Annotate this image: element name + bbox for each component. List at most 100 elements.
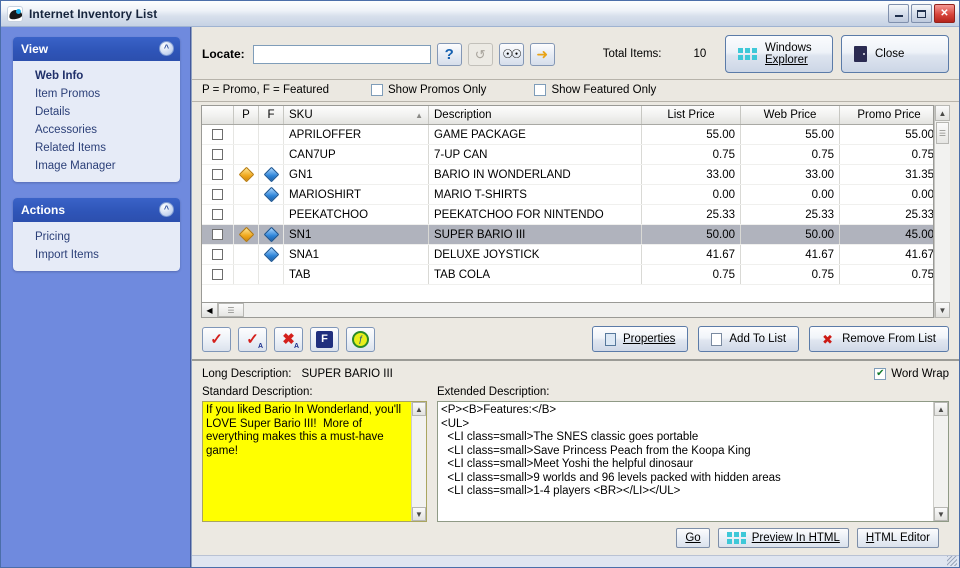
word-wrap-checkbox[interactable]: Word Wrap [874, 368, 949, 380]
sidebar-panel-actions-header[interactable]: Actions ^ [13, 198, 180, 222]
standard-description-field[interactable]: If you liked Bario In Wonderland, you'll… [202, 401, 427, 522]
html-editor-button[interactable]: HTML Editor [856, 528, 939, 548]
scroll-down-icon[interactable]: ▼ [412, 507, 426, 521]
vscroll-track[interactable] [935, 145, 950, 302]
promo-flag-cell[interactable] [234, 205, 259, 224]
find-button[interactable]: ☉☉ [498, 42, 524, 66]
table-row[interactable]: APRILOFFER GAME PACKAGE 55.00 55.00 55.00 [202, 125, 933, 145]
check-all-a-button[interactable]: ✓ A [238, 326, 267, 352]
sidebar-item-details[interactable]: Details [13, 103, 180, 121]
remove-from-list-button[interactable]: Remove From List [809, 326, 949, 352]
featured-flag-cell[interactable] [259, 205, 284, 224]
column-header-list-price[interactable]: List Price [642, 106, 741, 124]
column-header-sku[interactable]: SKU ▲ [284, 106, 429, 124]
scroll-up-icon[interactable]: ▲ [934, 402, 948, 416]
scroll-down-icon[interactable]: ▼ [935, 302, 950, 318]
resize-grip[interactable] [947, 556, 957, 566]
grid-vertical-scrollbar[interactable]: ▲ ☰ ▼ [934, 105, 950, 318]
promo-toggle-button[interactable]: ƒ [346, 326, 375, 352]
extended-description-scrollbar[interactable]: ▲ ▼ [933, 402, 948, 521]
grid-horizontal-scrollbar[interactable]: ◀ ☰ [201, 303, 934, 318]
promo-flag-cell[interactable] [234, 185, 259, 204]
checkbox-box [212, 269, 223, 280]
column-header-description[interactable]: Description [429, 106, 642, 124]
featured-flag-cell[interactable] [259, 145, 284, 164]
promo-flag-cell[interactable] [234, 225, 259, 244]
sidebar-panel-view-header[interactable]: View ^ [13, 37, 180, 61]
table-row[interactable]: SN1 SUPER BARIO III 50.00 50.00 45.00 [202, 225, 933, 245]
minimize-button[interactable] [888, 4, 909, 23]
hscroll-thumb[interactable]: ☰ [218, 303, 244, 317]
scroll-up-icon[interactable]: ▲ [935, 105, 950, 121]
extended-description-field[interactable]: <P><B>Features:</B> <UL> <LI class=small… [437, 401, 949, 522]
column-header-web-price[interactable]: Web Price [741, 106, 840, 124]
table-row[interactable]: TAB TAB COLA 0.75 0.75 0.75 [202, 265, 933, 285]
column-header-p[interactable]: P [234, 106, 259, 124]
table-row[interactable]: SNA1 DELUXE JOYSTICK 41.67 41.67 41.67 [202, 245, 933, 265]
standard-description-scrollbar[interactable]: ▲ ▼ [411, 402, 426, 521]
featured-flag-cell[interactable] [259, 225, 284, 244]
promo-flag-cell[interactable] [234, 245, 259, 264]
row-select-checkbox[interactable] [202, 145, 234, 164]
promo-flag-cell[interactable] [234, 165, 259, 184]
locate-input[interactable] [252, 44, 431, 64]
sidebar-item-related-items[interactable]: Related Items [13, 139, 180, 157]
sidebar-item-image-manager[interactable]: Image Manager [13, 157, 180, 175]
featured-flag-cell[interactable] [259, 245, 284, 264]
table-row[interactable]: CAN7UP 7-UP CAN 0.75 0.75 0.75 [202, 145, 933, 165]
row-select-checkbox[interactable] [202, 265, 234, 284]
close-button[interactable]: Close [841, 35, 949, 73]
sidebar-item-web-info[interactable]: Web Info [13, 67, 180, 85]
row-select-checkbox[interactable] [202, 165, 234, 184]
table-row[interactable]: MARIOSHIRT MARIO T-SHIRTS 0.00 0.00 0.00 [202, 185, 933, 205]
sidebar-item-accessories[interactable]: Accessories [13, 121, 180, 139]
refresh-button[interactable]: ↺ [467, 42, 493, 66]
check-all-button[interactable]: ✓ [202, 326, 231, 352]
uncheck-all-button[interactable]: ✖ A [274, 326, 303, 352]
help-button[interactable]: ? [436, 42, 462, 66]
row-select-checkbox[interactable] [202, 245, 234, 264]
row-select-checkbox[interactable] [202, 205, 234, 224]
row-select-checkbox[interactable] [202, 225, 234, 244]
column-header-f[interactable]: F [259, 106, 284, 124]
sidebar-item-item-promos[interactable]: Item Promos [13, 85, 180, 103]
featured-flag-cell[interactable] [259, 125, 284, 144]
promo-flag-cell[interactable] [234, 125, 259, 144]
table-row[interactable]: GN1 BARIO IN WONDERLAND 33.00 33.00 31.35 [202, 165, 933, 185]
add-to-list-button[interactable]: Add To List [698, 326, 800, 352]
scroll-up-icon[interactable]: ▲ [412, 402, 426, 416]
extended-description-text[interactable]: <P><B>Features:</B> <UL> <LI class=small… [438, 402, 933, 521]
maximize-button[interactable] [911, 4, 932, 23]
standard-description-text[interactable]: If you liked Bario In Wonderland, you'll… [203, 402, 411, 521]
total-items-value: 10 [693, 48, 707, 60]
scroll-down-icon[interactable]: ▼ [934, 507, 948, 521]
featured-flag-cell[interactable] [259, 265, 284, 284]
scroll-left-icon[interactable]: ◀ [202, 303, 218, 317]
list-price-cell: 55.00 [642, 125, 741, 144]
featured-flag-cell[interactable] [259, 185, 284, 204]
featured-toggle-button[interactable]: F [310, 326, 339, 352]
column-header-select[interactable] [202, 106, 234, 124]
windows-explorer-button[interactable]: Windows Explorer [725, 35, 833, 73]
go-button[interactable]: Go [676, 528, 710, 548]
preview-in-html-button[interactable]: Preview In HTML [717, 528, 849, 548]
sidebar-item-pricing[interactable]: Pricing [13, 228, 180, 246]
scroll-track[interactable] [934, 416, 948, 507]
row-select-checkbox[interactable] [202, 185, 234, 204]
chevron-up-icon[interactable]: ^ [159, 41, 174, 56]
show-promos-only-checkbox[interactable]: Show Promos Only [371, 84, 486, 96]
promo-flag-cell[interactable] [234, 265, 259, 284]
featured-flag-cell[interactable] [259, 165, 284, 184]
vscroll-thumb[interactable]: ☰ [936, 122, 949, 144]
chevron-up-icon[interactable]: ^ [159, 202, 174, 217]
sidebar-item-import-items[interactable]: Import Items [13, 246, 180, 264]
table-row[interactable]: PEEKATCHOO PEEKATCHOO FOR NINTENDO 25.33 25… [202, 205, 933, 225]
promo-flag-cell[interactable] [234, 145, 259, 164]
close-window-button[interactable]: ✕ [934, 4, 955, 23]
properties-button[interactable]: Properties [591, 326, 689, 352]
row-select-checkbox[interactable] [202, 125, 234, 144]
goto-button[interactable]: ➜ [529, 42, 555, 66]
column-header-promo-price[interactable]: Promo Price [840, 106, 939, 124]
scroll-track[interactable] [412, 416, 426, 507]
show-featured-only-checkbox[interactable]: Show Featured Only [534, 84, 656, 96]
